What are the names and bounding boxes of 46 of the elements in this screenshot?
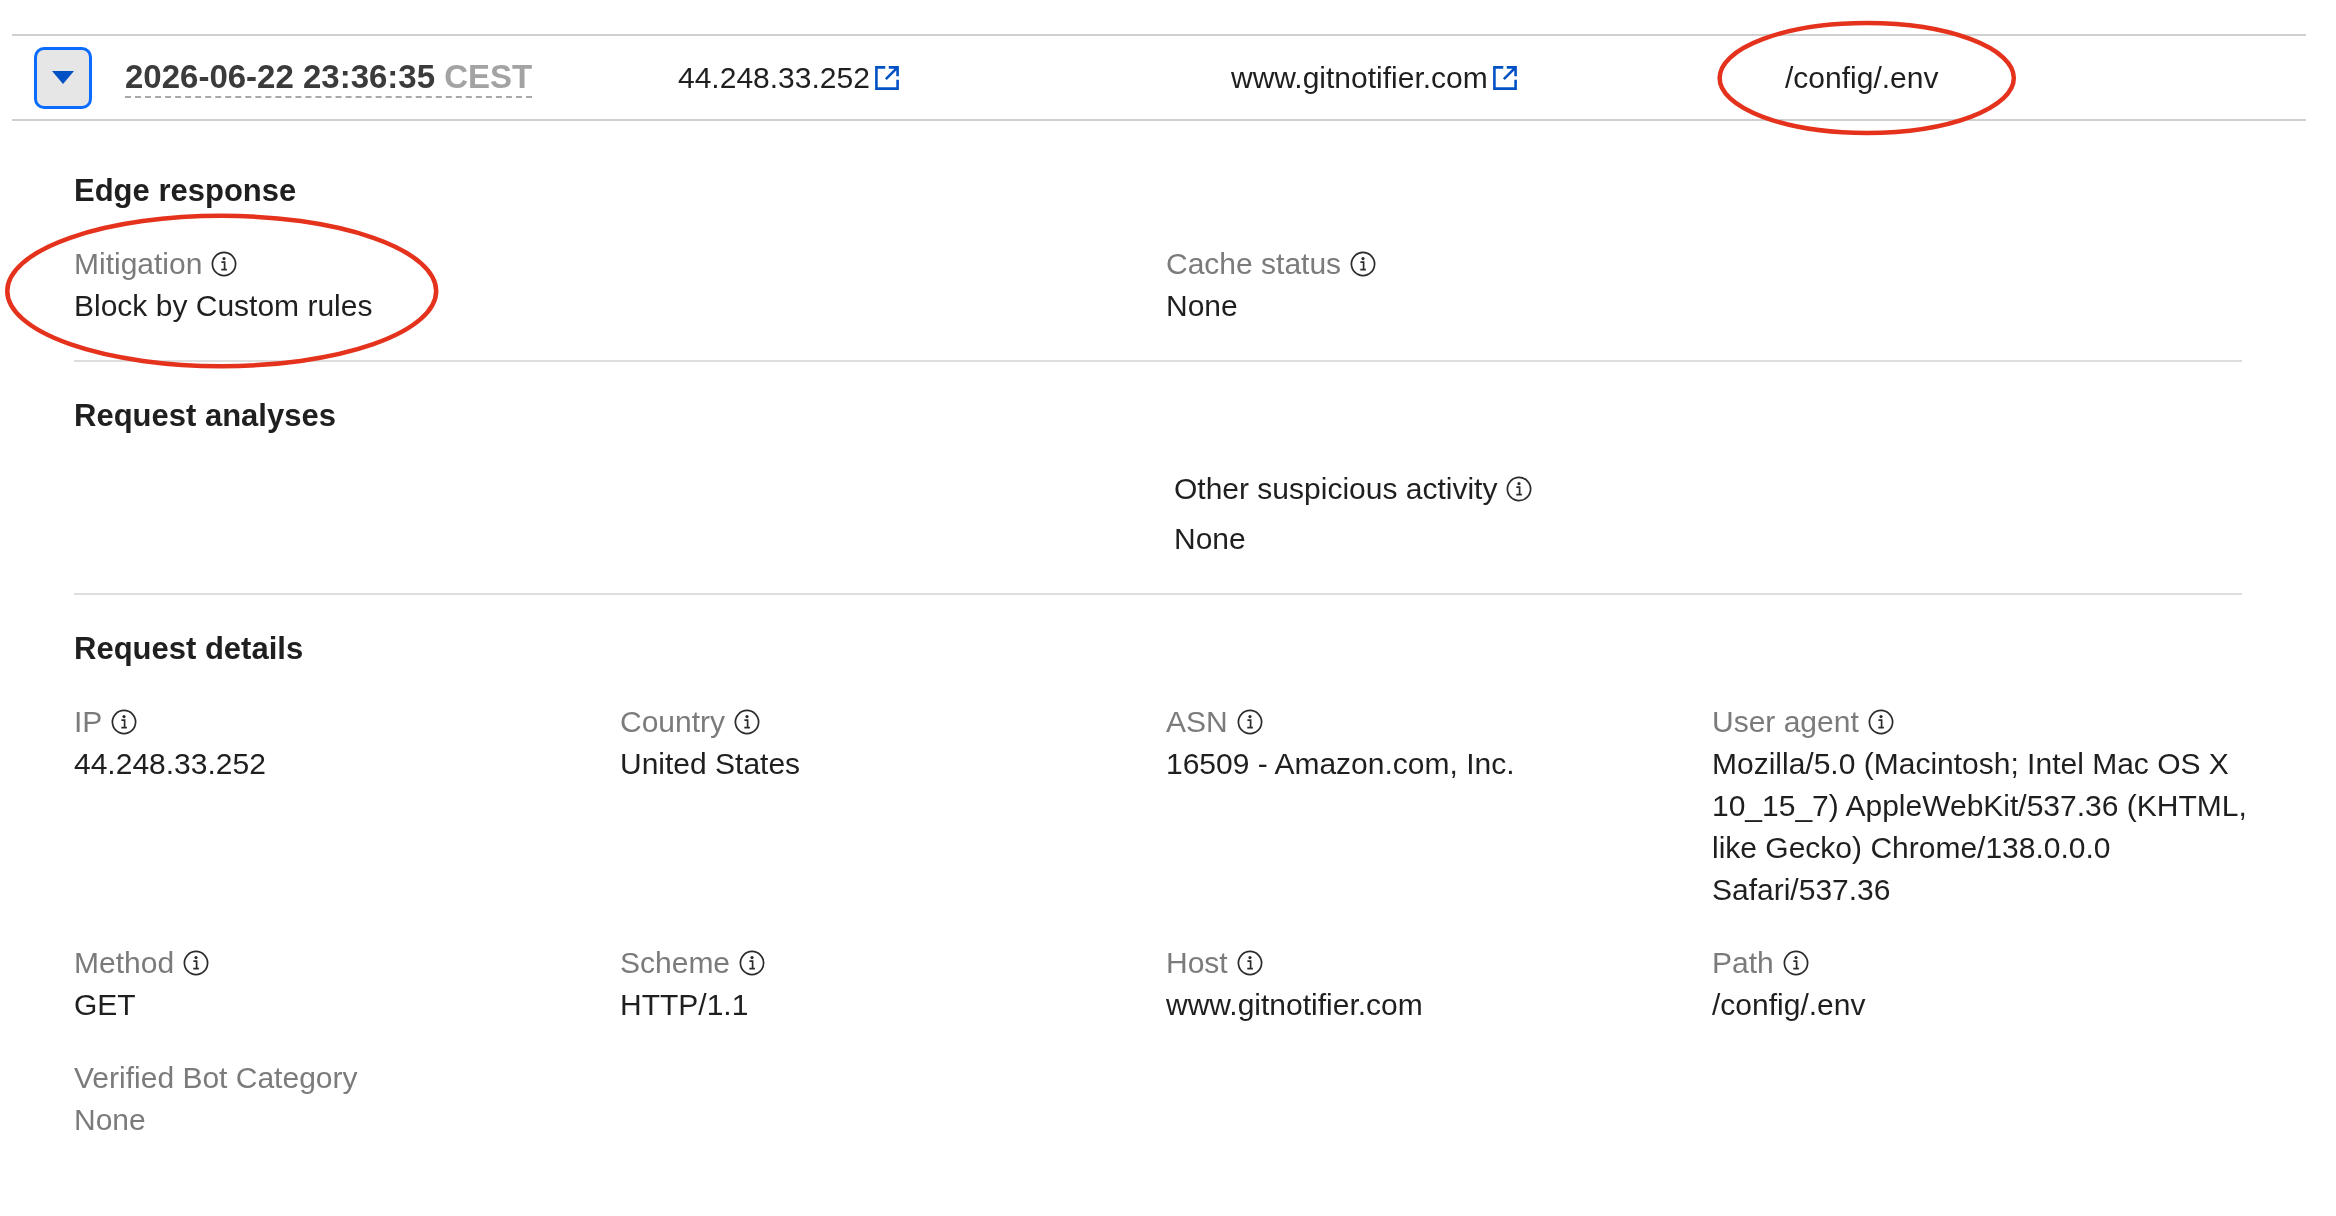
field-label: IP — [74, 704, 103, 740]
info-icon[interactable] — [111, 709, 138, 735]
field-value: United States — [620, 746, 801, 782]
ip-address: 44.248.33.252 — [678, 59, 870, 96]
info-icon[interactable] — [1506, 476, 1533, 502]
field-value: HTTP/1.1 — [620, 987, 750, 1023]
info-icon[interactable] — [739, 950, 766, 976]
external-link-icon[interactable] — [874, 65, 899, 90]
field-value: 44.248.33.252 — [74, 746, 266, 782]
info-icon[interactable] — [734, 709, 761, 735]
section-title: Request analyses — [74, 397, 336, 435]
timestamp-text: 2026-06-22 23:36:35 CEST — [125, 58, 533, 98]
path-text: /config/.env — [1785, 60, 1939, 94]
field-label: Path — [1712, 945, 1774, 981]
info-icon[interactable] — [211, 251, 238, 277]
field-label: Host — [1166, 945, 1228, 981]
field-label: Mitigation — [74, 246, 203, 282]
field-value: www.gitnotifier.com — [1166, 987, 1423, 1023]
field-value: 16509 - Amazon.com, Inc. — [1166, 746, 1515, 782]
field-label: Verified Bot Category — [74, 1060, 358, 1096]
info-icon[interactable] — [183, 950, 210, 976]
field-label: Other suspicious activity — [1174, 471, 1498, 507]
host-name: www.gitnotifier.com — [1231, 59, 1488, 96]
field-label: ASN — [1166, 704, 1228, 740]
field-value: Block by Custom rules — [74, 288, 373, 324]
field-value: Mozilla/5.0 (Macintosh; Intel Mac OS X 10_15_7) AppleWebKit/537.36 (KHTML, like Gecko) Chrome/138.0.0.0 Safari/537.36 — [1712, 746, 2248, 908]
field-label: Scheme — [620, 945, 731, 981]
field-label: User agent — [1712, 704, 1859, 740]
field-value: GET — [74, 987, 137, 1023]
field-value: None — [1174, 521, 1247, 557]
field-value: /config/.env — [1712, 987, 1866, 1023]
caret-down-icon — [52, 71, 74, 84]
field-value: None — [74, 1102, 147, 1138]
info-icon[interactable] — [1867, 709, 1894, 735]
section-title: Edge response — [74, 172, 297, 210]
info-icon[interactable] — [1782, 950, 1809, 976]
info-icon[interactable] — [1236, 709, 1263, 735]
collapse-button[interactable] — [34, 46, 92, 109]
field-label: Country — [620, 704, 726, 740]
section-title: Request details — [74, 630, 304, 668]
field-label: Method — [74, 945, 175, 981]
field-label: Cache status — [1166, 246, 1342, 282]
info-icon[interactable] — [1350, 251, 1377, 277]
external-link-icon[interactable] — [1492, 65, 1517, 90]
info-icon[interactable] — [1236, 950, 1263, 976]
field-value: None — [1166, 288, 1239, 324]
